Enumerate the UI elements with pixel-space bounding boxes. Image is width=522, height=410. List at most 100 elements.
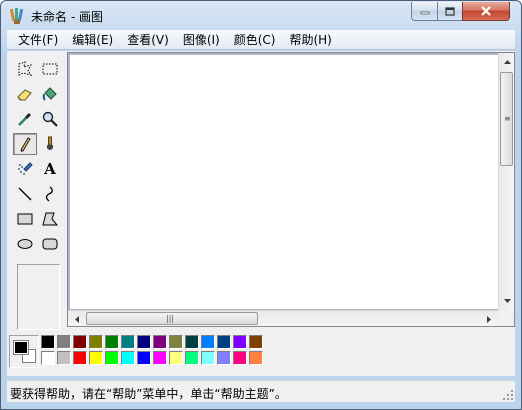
palette-swatch[interactable]: [121, 351, 135, 365]
palette-swatch[interactable]: [153, 351, 167, 365]
palette-swatch[interactable]: [89, 351, 103, 365]
tool-free-form-select[interactable]: [13, 58, 37, 80]
status-bar: 要获得帮助，请在“帮助”菜单中，单击“帮助主题”。: [7, 380, 515, 402]
palette-swatch[interactable]: [73, 335, 87, 349]
palette-swatch[interactable]: [121, 335, 135, 349]
palette-swatch[interactable]: [249, 335, 263, 349]
minimize-button[interactable]: [411, 2, 438, 21]
horizontal-scrollbar[interactable]: |||: [68, 310, 499, 326]
tool-curve[interactable]: [38, 183, 62, 205]
text-icon: A: [44, 160, 56, 178]
tool-rectangle[interactable]: [13, 208, 37, 230]
arrow-up-icon: [503, 60, 511, 64]
palette-swatch[interactable]: [41, 335, 55, 349]
palette-swatch[interactable]: [217, 335, 231, 349]
eyedropper-icon: [18, 112, 32, 126]
palette-swatch[interactable]: [185, 335, 199, 349]
color-palette: [7, 330, 515, 376]
toolbox: A: [9, 54, 65, 330]
vertical-scroll-thumb[interactable]: ≡: [500, 72, 513, 166]
foreground-color-swatch: [13, 340, 29, 355]
scroll-corner: [498, 310, 514, 326]
tool-airbrush[interactable]: [13, 158, 37, 180]
tool-options-box[interactable]: [17, 264, 60, 330]
palette-swatch[interactable]: [233, 351, 247, 365]
tool-eraser[interactable]: [13, 83, 37, 105]
menu-file[interactable]: 文件(F): [11, 29, 65, 50]
tool-select[interactable]: [38, 58, 62, 80]
scroll-right-arrow[interactable]: [481, 311, 497, 327]
curve-icon: [45, 186, 53, 202]
palette-swatch[interactable]: [137, 335, 151, 349]
free-form-select-icon: [18, 61, 33, 76]
scroll-down-arrow[interactable]: [499, 293, 515, 309]
tool-pencil[interactable]: [13, 133, 37, 155]
palette-swatch[interactable]: [201, 351, 215, 365]
arrow-down-icon: [503, 299, 511, 303]
airbrush-icon: [18, 162, 33, 175]
polygon-icon: [42, 212, 59, 226]
paint-bucket-icon: [42, 87, 57, 101]
palette-swatch[interactable]: [217, 351, 231, 365]
arrow-right-icon: [487, 315, 491, 323]
palette-swatch[interactable]: [137, 351, 151, 365]
paint-app-icon: [9, 8, 24, 24]
pencil-icon: [20, 137, 31, 152]
scroll-up-arrow[interactable]: [499, 54, 515, 70]
canvas-viewport: ≡ |||: [67, 52, 515, 327]
rounded-rectangle-icon: [42, 238, 58, 250]
arrow-left-icon: [75, 315, 79, 323]
palette-swatch[interactable]: [153, 335, 167, 349]
tool-fill-with-color[interactable]: [38, 83, 62, 105]
line-icon: [18, 187, 32, 201]
tool-magnifier[interactable]: [38, 108, 62, 130]
close-button[interactable]: [462, 2, 510, 21]
minimize-icon: [420, 11, 429, 15]
rectangle-icon: [17, 213, 33, 225]
palette-swatch[interactable]: [73, 351, 87, 365]
brush-icon: [47, 136, 53, 150]
tool-text[interactable]: A: [38, 158, 62, 180]
scroll-left-arrow[interactable]: [69, 311, 85, 327]
tool-rounded-rectangle[interactable]: [38, 233, 62, 255]
client-area: A ≡ |||: [7, 51, 515, 376]
palette-swatch[interactable]: [41, 351, 55, 365]
ellipse-icon: [17, 239, 33, 249]
status-text: 要获得帮助，请在“帮助”菜单中，单击“帮助主题”。: [10, 387, 287, 401]
resize-grip-icon[interactable]: [502, 389, 514, 401]
tool-pick-color[interactable]: [13, 108, 37, 130]
palette-swatch[interactable]: [185, 351, 199, 365]
eraser-icon: [17, 89, 32, 101]
palette-swatch[interactable]: [105, 335, 119, 349]
menu-edit[interactable]: 编辑(E): [65, 29, 120, 50]
rect-select-icon: [42, 63, 58, 75]
horizontal-scroll-thumb[interactable]: |||: [86, 312, 258, 325]
palette-swatch[interactable]: [89, 335, 103, 349]
magnifier-icon: [42, 111, 58, 127]
close-icon: [481, 6, 491, 16]
menu-image[interactable]: 图像(I): [176, 29, 227, 50]
palette-swatch[interactable]: [233, 335, 247, 349]
palette-swatch[interactable]: [57, 335, 71, 349]
palette-swatch[interactable]: [201, 335, 215, 349]
menu-help[interactable]: 帮助(H): [282, 29, 338, 50]
palette-swatch[interactable]: [105, 351, 119, 365]
palette-swatch[interactable]: [169, 335, 183, 349]
tool-ellipse[interactable]: [13, 233, 37, 255]
palette-swatch[interactable]: [249, 351, 263, 365]
vertical-thumb-grip: ≡: [504, 114, 511, 123]
tool-brush[interactable]: [38, 133, 62, 155]
title-bar[interactable]: 未命名 - 画图: [1, 1, 521, 30]
horizontal-thumb-grip: |||: [166, 314, 175, 323]
menu-colors[interactable]: 颜色(C): [227, 29, 283, 50]
palette-swatch[interactable]: [57, 351, 71, 365]
vertical-scrollbar[interactable]: ≡: [498, 53, 514, 310]
tool-line[interactable]: [13, 183, 37, 205]
tool-polygon[interactable]: [38, 208, 62, 230]
menu-bar: 文件(F) 编辑(E) 查看(V) 图像(I) 颜色(C) 帮助(H): [7, 30, 515, 50]
menu-view[interactable]: 查看(V): [120, 29, 176, 50]
maximize-button[interactable]: [437, 2, 463, 21]
current-colors-box[interactable]: [9, 335, 39, 368]
palette-swatch[interactable]: [169, 351, 183, 365]
drawing-canvas[interactable]: [70, 55, 499, 309]
